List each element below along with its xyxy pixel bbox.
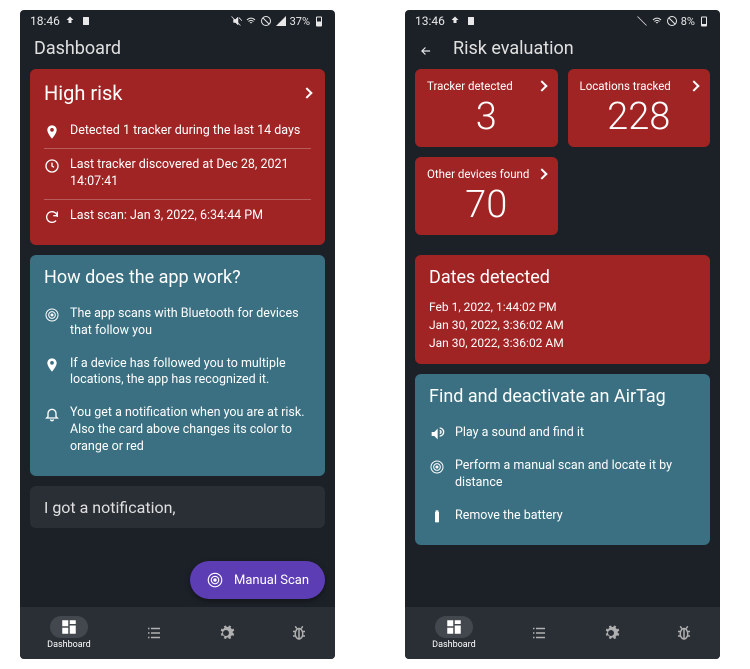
stat-trackers[interactable]: Tracker detected 3 — [415, 69, 558, 147]
find-line1: Play a sound and find it — [455, 425, 584, 442]
pin-icon — [44, 357, 60, 373]
stat-other[interactable]: Other devices found 70 — [415, 157, 558, 235]
radar-icon — [44, 307, 60, 323]
nav-debug[interactable] — [282, 620, 316, 646]
nav-list[interactable] — [522, 620, 556, 646]
mute-icon — [230, 15, 242, 27]
status-battery: 37% — [290, 15, 310, 28]
status-time: 13:46 — [415, 14, 445, 28]
how-line3: You get a notification when you are at r… — [70, 405, 311, 456]
wifi-icon — [651, 15, 663, 27]
status-bar: 13:46 8% — [405, 10, 720, 32]
mute-icon — [636, 15, 648, 27]
chevron-right-icon — [536, 80, 547, 91]
find-card: Find and deactivate an AirTag Play a sou… — [415, 374, 710, 545]
back-button[interactable] — [419, 42, 433, 56]
radar-icon — [206, 571, 224, 589]
card-icon — [80, 15, 92, 27]
phone-risk-eval: 13:46 8% Risk evaluation Tracker detecte… — [405, 10, 720, 659]
nav-debug[interactable] — [667, 620, 701, 646]
battery-icon — [313, 15, 325, 27]
dashboard-icon — [60, 618, 78, 636]
status-time: 18:46 — [30, 14, 60, 28]
wifi-icon — [245, 15, 257, 27]
dashboard-icon — [445, 618, 463, 636]
chevron-right-icon — [301, 87, 312, 98]
find-line2: Perform a manual scan and locate it by d… — [455, 458, 696, 492]
content-area: Tracker detected 3 Locations tracked 228… — [405, 69, 720, 607]
how-it-works-card: How does the app work? The app scans wit… — [30, 255, 325, 476]
dates-list: Feb 1, 2022, 1:44:02 PM Jan 30, 2022, 3:… — [429, 298, 696, 352]
content-area: High risk Detected 1 tracker during the … — [20, 69, 335, 607]
gear-icon — [602, 624, 620, 642]
high-risk-card[interactable]: High risk Detected 1 tracker during the … — [30, 69, 325, 245]
how-line1: The app scans with Bluetooth for devices… — [70, 306, 311, 340]
how-line2: If a device has followed you to multiple… — [70, 356, 311, 390]
list-icon — [145, 624, 163, 642]
bug-icon — [290, 624, 308, 642]
chevron-right-icon — [688, 80, 699, 91]
risk-line1: Detected 1 tracker during the last 14 da… — [70, 123, 300, 140]
nav-dashboard[interactable]: Dashboard — [39, 612, 99, 654]
phone-dashboard: 18:46 37% Dashboard High risk Detected 1… — [20, 10, 335, 659]
stat-locations[interactable]: Locations tracked 228 — [568, 69, 711, 147]
card-icon — [465, 15, 477, 27]
gear-icon — [217, 624, 235, 642]
nav-list[interactable] — [137, 620, 171, 646]
page-title: Dashboard — [20, 32, 335, 69]
risk-line3: Last scan: Jan 3, 2022, 6:34:44 PM — [70, 208, 263, 225]
header: Risk evaluation — [405, 32, 720, 69]
card-title: High risk — [44, 81, 311, 105]
battery-icon — [698, 15, 710, 27]
status-bar: 18:46 37% — [20, 10, 335, 32]
dnd-icon — [260, 15, 272, 27]
page-title: Risk evaluation — [453, 38, 574, 59]
clock-icon — [44, 158, 60, 174]
battery-icon — [429, 509, 445, 525]
signal-icon — [275, 15, 287, 27]
nav-settings[interactable] — [209, 620, 243, 646]
risk-line2: Last tracker discovered at Dec 28, 2021 … — [70, 157, 311, 191]
nav-dashboard[interactable]: Dashboard — [424, 612, 484, 654]
list-icon — [530, 624, 548, 642]
fab-label: Manual Scan — [234, 573, 309, 588]
radar-icon — [429, 459, 445, 475]
refresh-icon — [44, 209, 60, 225]
notification-card[interactable]: I got a notification, — [30, 486, 325, 528]
card-title: How does the app work? — [44, 267, 311, 288]
dates-card: Dates detected Feb 1, 2022, 1:44:02 PM J… — [415, 255, 710, 364]
bottom-nav: Dashboard — [405, 607, 720, 659]
bell-icon — [44, 406, 60, 422]
bottom-nav: Dashboard — [20, 607, 335, 659]
upload-icon — [64, 15, 76, 27]
bug-icon — [675, 624, 693, 642]
nav-settings[interactable] — [594, 620, 628, 646]
status-battery: 8% — [681, 15, 695, 28]
upload-icon — [449, 15, 461, 27]
manual-scan-fab[interactable]: Manual Scan — [190, 561, 325, 599]
pin-icon — [44, 124, 60, 140]
chevron-right-icon — [536, 168, 547, 179]
speaker-icon — [429, 426, 445, 442]
find-line3: Remove the battery — [455, 508, 563, 525]
dnd-icon — [666, 15, 678, 27]
